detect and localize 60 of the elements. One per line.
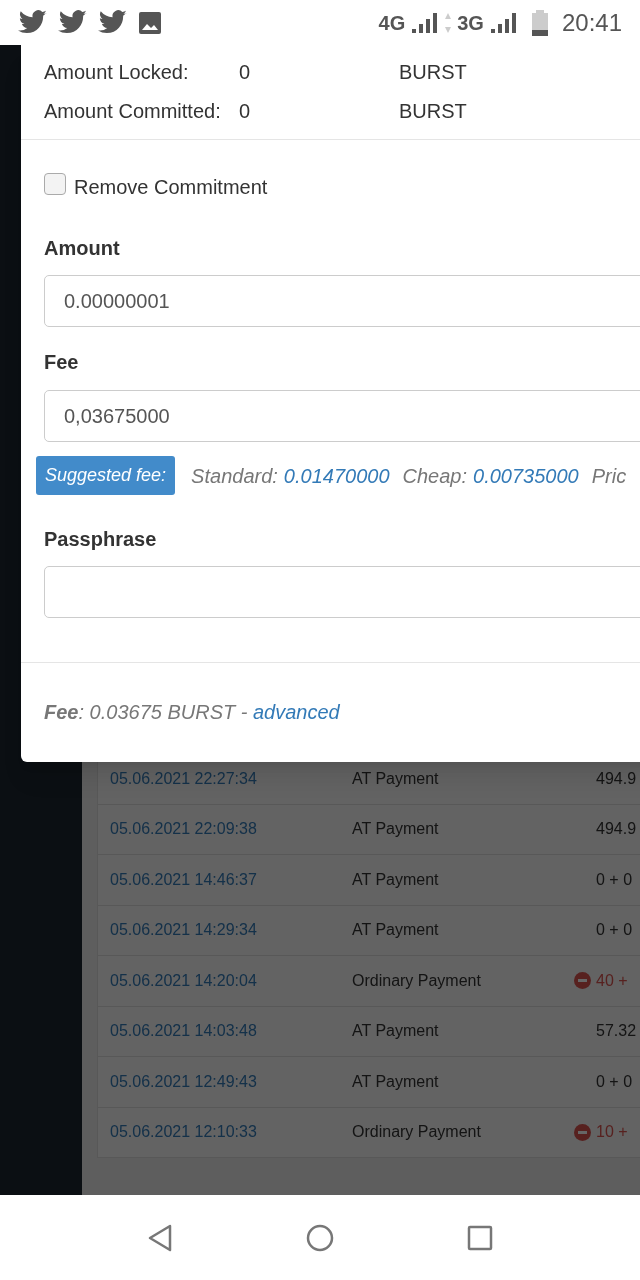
field-label: Amount <box>44 236 121 261</box>
back-icon[interactable] <box>146 1223 173 1252</box>
recent-apps-icon[interactable] <box>467 1224 494 1251</box>
transaction-type: AT Payment <box>352 920 440 941</box>
transaction-date-link[interactable]: 05.06.2021 14:29:34 <box>110 918 352 943</box>
network-type: 4G <box>378 10 406 36</box>
transaction-type: AT Payment <box>352 1071 440 1092</box>
bird-icon <box>18 10 48 35</box>
transaction-date-link[interactable]: 05.06.2021 12:10:33 <box>110 1120 352 1145</box>
transaction-amount: 57.32 <box>596 1021 637 1042</box>
transaction-date-link[interactable]: 05.06.2021 14:20:04 <box>110 968 352 993</box>
fee-field[interactable]: 0,03675000 <box>44 390 640 442</box>
transaction-date-link[interactable]: 05.06.2021 14:03:48 <box>110 1019 352 1044</box>
transaction-type: AT Payment <box>352 819 440 840</box>
signal-icon <box>489 11 518 34</box>
balance-value: 0 <box>239 60 252 85</box>
balance-value: 0 <box>239 99 252 124</box>
transaction-amount: 40 + <box>596 970 628 991</box>
advanced-link[interactable]: advanced <box>253 701 340 723</box>
balance-unit: BURST <box>399 99 467 124</box>
bird-icon <box>58 10 88 35</box>
transaction-date-link[interactable]: 05.06.2021 22:27:34 <box>110 766 352 791</box>
balance-label: Amount Locked: <box>44 60 190 85</box>
network-type: 3G <box>457 10 484 36</box>
fee-option-label: Pric <box>591 463 627 489</box>
signal-icon <box>411 11 440 34</box>
amount-field[interactable]: 0.00000001 <box>44 275 640 327</box>
transaction-type: AT Payment <box>352 768 440 789</box>
transaction-type: Ordinary Payment <box>352 1122 482 1143</box>
transaction-date-link[interactable]: 05.06.2021 12:49:43 <box>110 1069 352 1094</box>
field-label: Passphrase <box>44 527 158 552</box>
transaction-amount: 0 + 0 <box>596 869 633 890</box>
transaction-amount: 0 + 0 <box>596 920 633 941</box>
data-arrows-icon <box>445 12 452 33</box>
transaction-amount: 494.9 <box>596 819 637 840</box>
transaction-amount: 494.9 <box>596 768 637 789</box>
transaction-date-link[interactable]: 05.06.2021 22:09:38 <box>110 817 352 842</box>
clock-time: 20:41 <box>561 7 622 38</box>
transaction-type: AT Payment <box>352 1021 440 1042</box>
checkbox[interactable] <box>44 173 66 195</box>
transaction-type: AT Payment <box>352 869 440 890</box>
fee-option-label: Cheap: <box>402 463 467 489</box>
bird-icon <box>98 10 128 35</box>
fee-summary: Fee: 0.03675 BURST - advanced <box>44 701 340 723</box>
passphrase-field[interactable] <box>44 566 640 618</box>
battery-icon <box>531 9 548 36</box>
balance-label: Amount Committed: <box>44 99 222 124</box>
fee-option-link[interactable]: 0.01470000 <box>283 460 390 491</box>
suggested-fee-label: Suggested fee: <box>36 456 176 495</box>
image-icon <box>138 10 162 35</box>
transaction-type: Ordinary Payment <box>352 970 482 991</box>
checkbox-label: Remove Commitment <box>74 175 268 200</box>
transaction-date-link[interactable]: 05.06.2021 14:46:37 <box>110 867 352 892</box>
fee-option-link[interactable]: 0.00735000 <box>473 460 579 491</box>
home-icon[interactable] <box>306 1223 334 1252</box>
fee-option-label: Standard: <box>191 463 278 489</box>
balance-unit: BURST <box>399 60 467 85</box>
field-label: Fee <box>44 350 80 375</box>
transaction-amount: 0 + 0 <box>596 1071 633 1092</box>
transaction-amount: 10 + <box>596 1122 628 1143</box>
